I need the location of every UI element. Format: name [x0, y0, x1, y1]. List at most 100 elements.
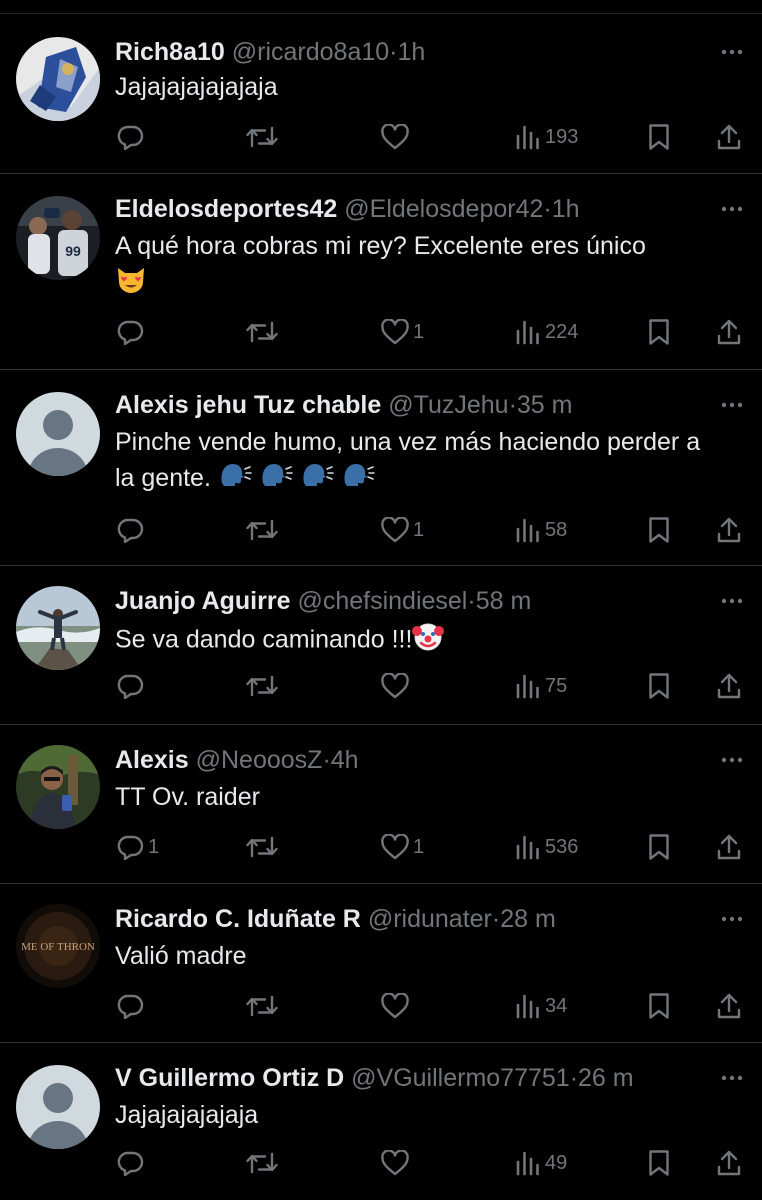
like-button[interactable]: 1 — [381, 512, 424, 548]
bookmark-icon — [649, 517, 669, 543]
user-handle[interactable]: @chefsindiesel — [297, 587, 467, 615]
views-button[interactable]: 49 — [515, 1145, 567, 1181]
bookmark-button[interactable] — [648, 988, 670, 1024]
reply-icon — [117, 518, 144, 543]
user-handle[interactable]: @VGuillermo77751 — [351, 1064, 570, 1092]
like-button[interactable]: 1 — [381, 829, 424, 865]
avatar[interactable]: 99 — [16, 196, 100, 280]
timestamp[interactable]: 28 m — [500, 905, 556, 933]
display-name[interactable]: V Guillermo Ortiz D — [115, 1064, 344, 1092]
tweet-header: Alexis jehu Tuz chable @TuzJehu·35 m — [115, 388, 702, 422]
tweet-actions: 1 1 536 — [0, 829, 762, 865]
retweet-button[interactable] — [246, 119, 278, 155]
more-icon[interactable] — [720, 596, 744, 606]
more-icon[interactable] — [720, 400, 744, 410]
reply-button[interactable] — [116, 314, 148, 350]
avatar[interactable]: ME OF THRON — [16, 904, 100, 988]
views-button[interactable]: 193 — [515, 119, 578, 155]
display-name[interactable]: Alexis — [115, 746, 189, 774]
retweet-button[interactable] — [246, 314, 278, 350]
tweet[interactable]: V Guillermo Ortiz D @VGuillermo77751·26 … — [0, 1043, 762, 1200]
tweet[interactable]: Juanjo Aguirre @chefsindiesel·58 m Se va… — [0, 566, 762, 725]
display-name[interactable]: Eldelosdeportes42 — [115, 195, 337, 223]
display-name[interactable]: Rich8a10 — [115, 38, 225, 66]
share-button[interactable] — [716, 119, 742, 155]
tweet[interactable]: Alexis @NeooosZ·4h TT Ov. raider 1 1 536 — [0, 725, 762, 884]
avatar[interactable] — [16, 1065, 100, 1149]
more-icon[interactable] — [720, 755, 744, 765]
reply-button[interactable] — [116, 119, 148, 155]
like-icon — [381, 993, 409, 1019]
tweet[interactable]: 99 Eldelosdeportes42 @Eldelosdepor42·1h … — [0, 174, 762, 370]
like-button[interactable]: 1 — [381, 314, 424, 350]
reply-button[interactable] — [116, 988, 148, 1024]
retweet-button[interactable] — [246, 512, 278, 548]
share-button[interactable] — [716, 314, 742, 350]
views-button[interactable]: 75 — [515, 668, 567, 704]
timestamp[interactable]: 58 m — [476, 587, 532, 615]
retweet-button[interactable] — [246, 1145, 278, 1181]
like-icon — [381, 517, 409, 543]
user-handle[interactable]: @Eldelosdepor42 — [344, 195, 543, 223]
tweet-actions: 1 58 — [0, 512, 762, 548]
tweet-actions: 49 — [0, 1145, 762, 1181]
reply-count: 1 — [148, 836, 160, 858]
timestamp[interactable]: 4h — [331, 746, 359, 774]
more-icon[interactable] — [720, 914, 744, 924]
like-button[interactable] — [381, 988, 413, 1024]
share-button[interactable] — [716, 512, 742, 548]
reply-button[interactable] — [116, 668, 148, 704]
reply-button[interactable] — [116, 512, 148, 548]
bookmark-button[interactable] — [648, 119, 670, 155]
avatar[interactable] — [16, 37, 100, 121]
user-handle[interactable]: @NeooosZ — [196, 746, 323, 774]
user-handle[interactable]: @ricardo8a10 — [232, 38, 389, 66]
share-button[interactable] — [716, 1145, 742, 1181]
tweet-header: Ricardo C. Iduñate R @ridunater·28 m — [115, 902, 702, 936]
reply-button[interactable] — [116, 1145, 148, 1181]
user-handle[interactable]: @TuzJehu — [388, 391, 508, 419]
bookmark-button[interactable] — [648, 314, 670, 350]
avatar-art-image — [16, 37, 100, 121]
share-icon — [717, 673, 741, 699]
tweet[interactable]: ME OF THRON Ricardo C. Iduñate R @riduna… — [0, 884, 762, 1043]
reply-button[interactable]: 1 — [116, 829, 159, 865]
views-button[interactable]: 34 — [515, 988, 567, 1024]
bookmark-button[interactable] — [648, 1145, 670, 1181]
views-button[interactable]: 224 — [515, 314, 578, 350]
display-name[interactable]: Ricardo C. Iduñate R — [115, 905, 361, 933]
user-handle[interactable]: @ridunater — [368, 905, 492, 933]
avatar[interactable] — [16, 392, 100, 476]
view-count: 34 — [545, 995, 568, 1017]
timestamp[interactable]: 35 m — [517, 391, 573, 419]
tweet[interactable]: Rich8a10 @ricardo8a10·1h Jajajajajajajaj… — [0, 15, 762, 174]
share-button[interactable] — [716, 829, 742, 865]
tweet-text-content: Valió madre — [115, 942, 247, 970]
like-button[interactable] — [381, 668, 413, 704]
share-button[interactable] — [716, 988, 742, 1024]
views-button[interactable]: 536 — [515, 829, 578, 865]
timestamp[interactable]: 1h — [398, 38, 426, 66]
bookmark-button[interactable] — [648, 829, 670, 865]
avatar[interactable] — [16, 586, 100, 670]
retweet-button[interactable] — [246, 988, 278, 1024]
avatar[interactable] — [16, 745, 100, 829]
display-name[interactable]: Alexis jehu Tuz chable — [115, 391, 381, 419]
tweet[interactable]: Alexis jehu Tuz chable @TuzJehu·35 m Pin… — [0, 370, 762, 566]
clown-face-emoji — [412, 620, 445, 662]
timestamp[interactable]: 1h — [552, 195, 580, 223]
more-icon[interactable] — [720, 204, 744, 214]
more-icon[interactable] — [720, 47, 744, 57]
tweet-text-content: Pinche vende humo, una vez más haciendo … — [115, 428, 701, 492]
like-button[interactable] — [381, 1145, 413, 1181]
more-icon[interactable] — [720, 1073, 744, 1083]
bookmark-button[interactable] — [648, 512, 670, 548]
display-name[interactable]: Juanjo Aguirre — [115, 587, 291, 615]
retweet-button[interactable] — [246, 668, 278, 704]
like-button[interactable] — [381, 119, 413, 155]
timestamp[interactable]: 26 m — [578, 1064, 634, 1092]
views-button[interactable]: 58 — [515, 512, 567, 548]
share-button[interactable] — [716, 668, 742, 704]
retweet-button[interactable] — [246, 829, 278, 865]
bookmark-button[interactable] — [648, 668, 670, 704]
